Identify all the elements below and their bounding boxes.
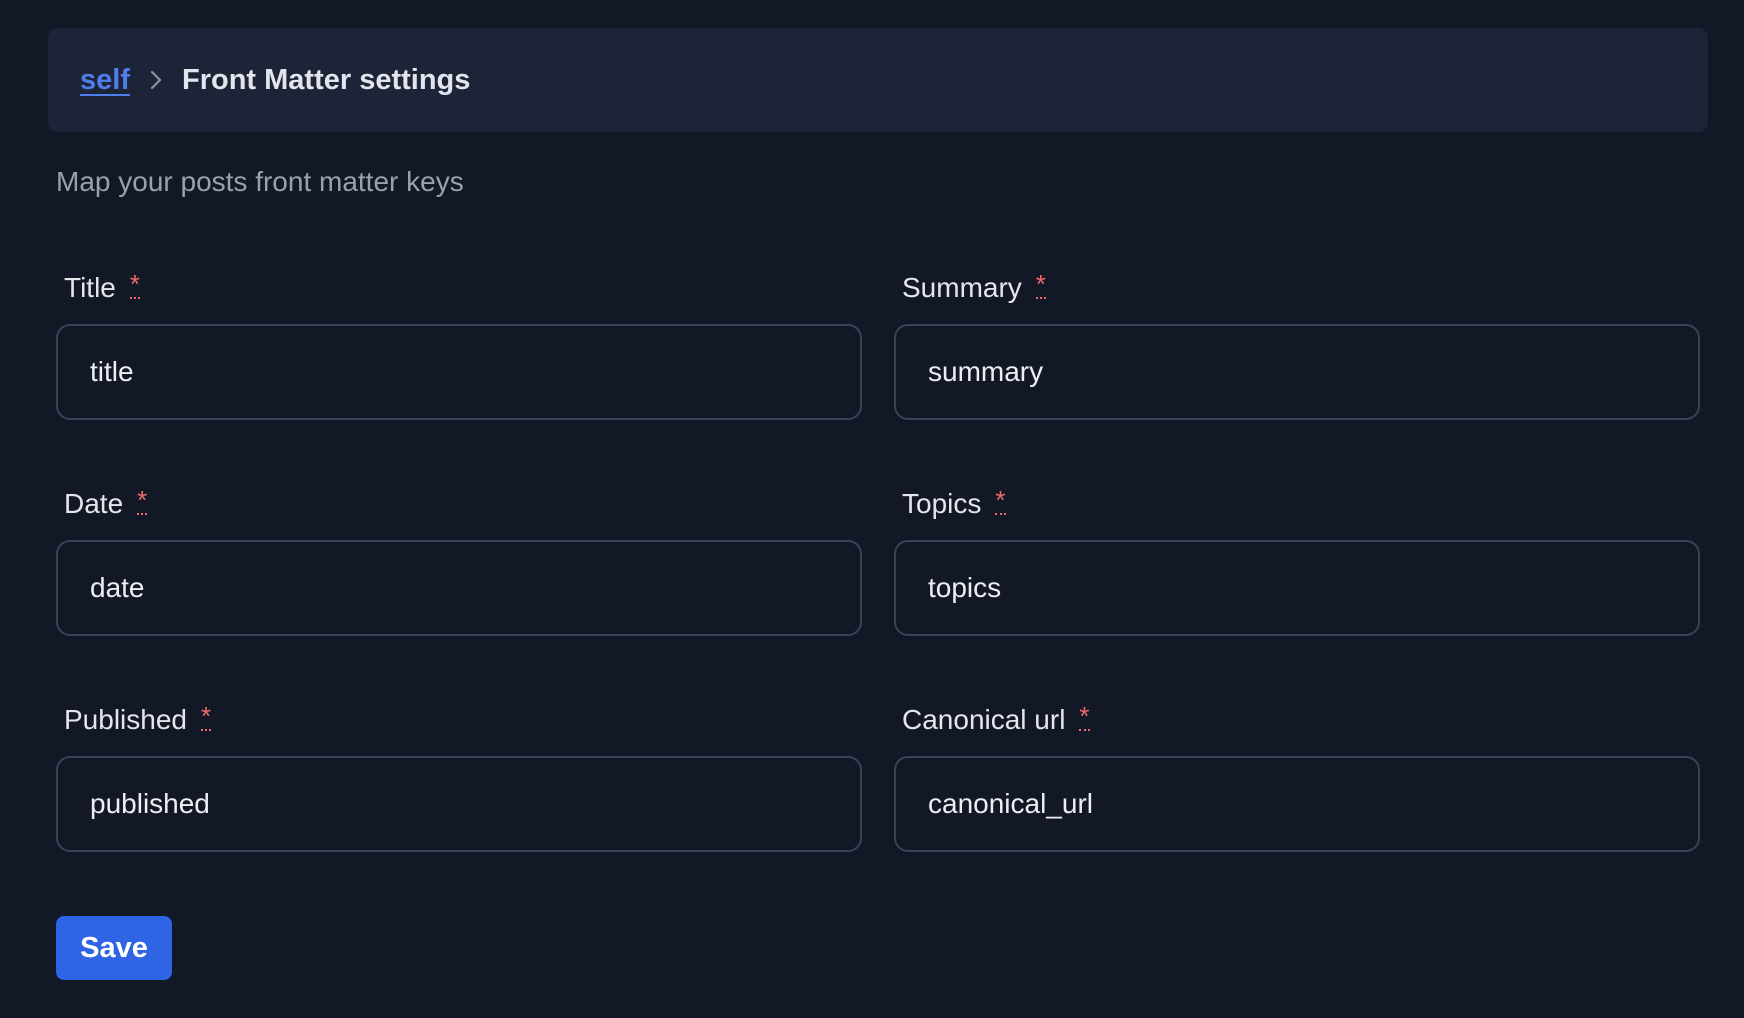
published-input[interactable] (56, 756, 862, 852)
field-published: Published * (56, 700, 862, 852)
field-label-published: Published * (56, 700, 862, 740)
field-label-text: Title (64, 272, 116, 303)
field-date: Date * (56, 484, 862, 636)
page-description: Map your posts front matter keys (56, 166, 464, 197)
field-label-text: Published (64, 704, 187, 735)
required-marker: * (137, 485, 148, 515)
field-label-text: Date (64, 488, 124, 519)
field-summary: Summary * (894, 268, 1700, 420)
front-matter-settings-page: self Front Matter settings Map your post… (0, 0, 1744, 1018)
required-marker: * (129, 269, 140, 299)
required-marker: * (1079, 701, 1090, 731)
field-label-date: Date * (56, 484, 862, 524)
chevron-right-icon (130, 65, 182, 95)
save-button[interactable]: Save (56, 916, 172, 980)
required-marker: * (200, 701, 212, 731)
field-label-text: Canonical url (902, 704, 1066, 735)
required-marker: * (1035, 269, 1046, 299)
required-marker: * (995, 485, 1006, 515)
field-label-summary: Summary * (894, 268, 1700, 308)
summary-input[interactable] (894, 324, 1700, 420)
field-canonical-url: Canonical url * (894, 700, 1700, 852)
field-label-text: Summary (902, 272, 1022, 303)
canonical-url-input[interactable] (894, 756, 1700, 852)
field-label-topics: Topics * (894, 484, 1700, 524)
breadcrumb-link-self[interactable]: self (80, 64, 130, 97)
title-input[interactable] (56, 324, 862, 420)
breadcrumb: self Front Matter settings (48, 28, 1708, 132)
field-label-canonical-url: Canonical url * (894, 700, 1700, 740)
field-label-title: Title * (56, 268, 862, 308)
date-input[interactable] (56, 540, 862, 636)
field-title: Title * (56, 268, 862, 420)
field-label-text: Topics (902, 488, 982, 519)
topics-input[interactable] (894, 540, 1700, 636)
page-title: Front Matter settings (181, 63, 471, 96)
field-topics: Topics * (894, 484, 1700, 636)
